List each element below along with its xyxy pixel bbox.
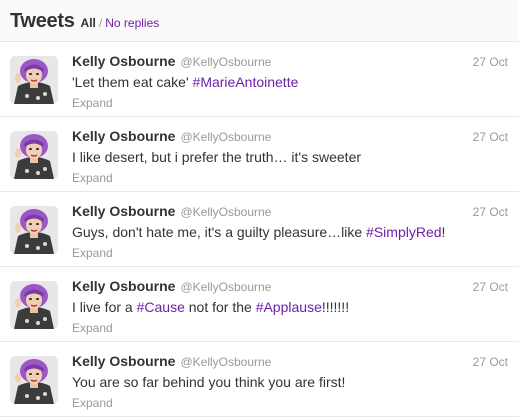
avatar[interactable] — [10, 56, 58, 104]
tweet-header: Kelly Osbourne @KellyOsbourne — [72, 203, 519, 221]
tweet-text-segment: not for the — [184, 299, 256, 315]
tweet-header: Kelly Osbourne @KellyOsbourne — [72, 53, 519, 71]
tweet-text-segment: I like desert, but i prefer the truth… i… — [72, 149, 362, 165]
hashtag-link[interactable]: #SimplyRed — [366, 224, 441, 240]
avatar[interactable] — [10, 206, 58, 254]
tweet-filters: All / No replies — [81, 16, 160, 30]
avatar[interactable] — [10, 131, 58, 179]
expand-link[interactable]: Expand — [72, 396, 113, 410]
tweet-fullname[interactable]: Kelly Osbourne — [72, 353, 175, 369]
tweet-text: 'Let them eat cake' #MarieAntoinette — [72, 74, 519, 92]
hashtag-link[interactable]: #Applause — [256, 299, 322, 315]
tweet-username[interactable]: @KellyOsbourne — [180, 280, 271, 294]
filter-separator: / — [98, 16, 103, 30]
avatar[interactable] — [10, 356, 58, 404]
tweet-text: Guys, don't hate me, it's a guilty pleas… — [72, 224, 519, 242]
avatar-image — [10, 56, 58, 104]
tweet-username[interactable]: @KellyOsbourne — [180, 205, 271, 219]
tweet-fullname[interactable]: Kelly Osbourne — [72, 278, 175, 294]
expand-link[interactable]: Expand — [72, 246, 113, 260]
tweet-timeline: Tweets All / No replies 27 Oct Kelly Osb… — [0, 0, 519, 417]
avatar[interactable] — [10, 281, 58, 329]
tweet-text-segment: 'Let them eat cake' — [72, 74, 193, 90]
tweet-username[interactable]: @KellyOsbourne — [180, 130, 271, 144]
tweet-text-segment: ! — [441, 224, 446, 240]
avatar-image — [10, 281, 58, 329]
tweet-fullname[interactable]: Kelly Osbourne — [72, 128, 175, 144]
hashtag-link[interactable]: #Cause — [137, 299, 185, 315]
tweet-timestamp[interactable]: 27 Oct — [473, 280, 508, 294]
tweet-text-segment: You are so far behind you think you are … — [72, 374, 346, 390]
tweet-header: Kelly Osbourne @KellyOsbourne — [72, 353, 519, 371]
tweet-timestamp[interactable]: 27 Oct — [473, 130, 508, 144]
tweet-text: You are so far behind you think you are … — [72, 374, 519, 392]
tweet-fullname[interactable]: Kelly Osbourne — [72, 203, 175, 219]
stream-title: Tweets — [10, 10, 75, 32]
tweet-timestamp[interactable]: 27 Oct — [473, 55, 508, 69]
tweet-text: I like desert, but i prefer the truth… i… — [72, 149, 519, 167]
tweet-list: 27 Oct Kelly Osbourne @KellyOsbourne 'Le… — [0, 42, 519, 417]
avatar-image — [10, 131, 58, 179]
tweet-item[interactable]: 27 Oct Kelly Osbourne @KellyOsbourne You… — [0, 342, 519, 417]
tweet-timestamp[interactable]: 27 Oct — [473, 205, 508, 219]
tweet-item[interactable]: 27 Oct Kelly Osbourne @KellyOsbourne I l… — [0, 117, 519, 192]
tweet-username[interactable]: @KellyOsbourne — [180, 355, 271, 369]
tweet-text-segment: Guys, don't hate me, it's a guilty pleas… — [72, 224, 367, 240]
tweet-timestamp[interactable]: 27 Oct — [473, 355, 508, 369]
tweet-item[interactable]: 27 Oct Kelly Osbourne @KellyOsbourne Guy… — [0, 192, 519, 267]
stream-header: Tweets All / No replies — [0, 0, 519, 42]
tweet-text: I live for a #Cause not for the #Applaus… — [72, 299, 519, 317]
hashtag-link[interactable]: #MarieAntoinette — [193, 74, 299, 90]
tweet-header: Kelly Osbourne @KellyOsbourne — [72, 278, 519, 296]
avatar-image — [10, 206, 58, 254]
tweet-text-segment: I live for a — [72, 299, 137, 315]
tweet-fullname[interactable]: Kelly Osbourne — [72, 53, 175, 69]
filter-no-replies-link[interactable]: No replies — [105, 16, 159, 30]
tweet-header: Kelly Osbourne @KellyOsbourne — [72, 128, 519, 146]
expand-link[interactable]: Expand — [72, 321, 113, 335]
tweet-text-segment: !!!!!!! — [321, 299, 350, 315]
avatar-image — [10, 356, 58, 404]
filter-all[interactable]: All — [81, 16, 96, 30]
expand-link[interactable]: Expand — [72, 171, 113, 185]
expand-link[interactable]: Expand — [72, 96, 113, 110]
tweet-item[interactable]: 27 Oct Kelly Osbourne @KellyOsbourne 'Le… — [0, 42, 519, 117]
tweet-item[interactable]: 27 Oct Kelly Osbourne @KellyOsbourne I l… — [0, 267, 519, 342]
tweet-username[interactable]: @KellyOsbourne — [180, 55, 271, 69]
